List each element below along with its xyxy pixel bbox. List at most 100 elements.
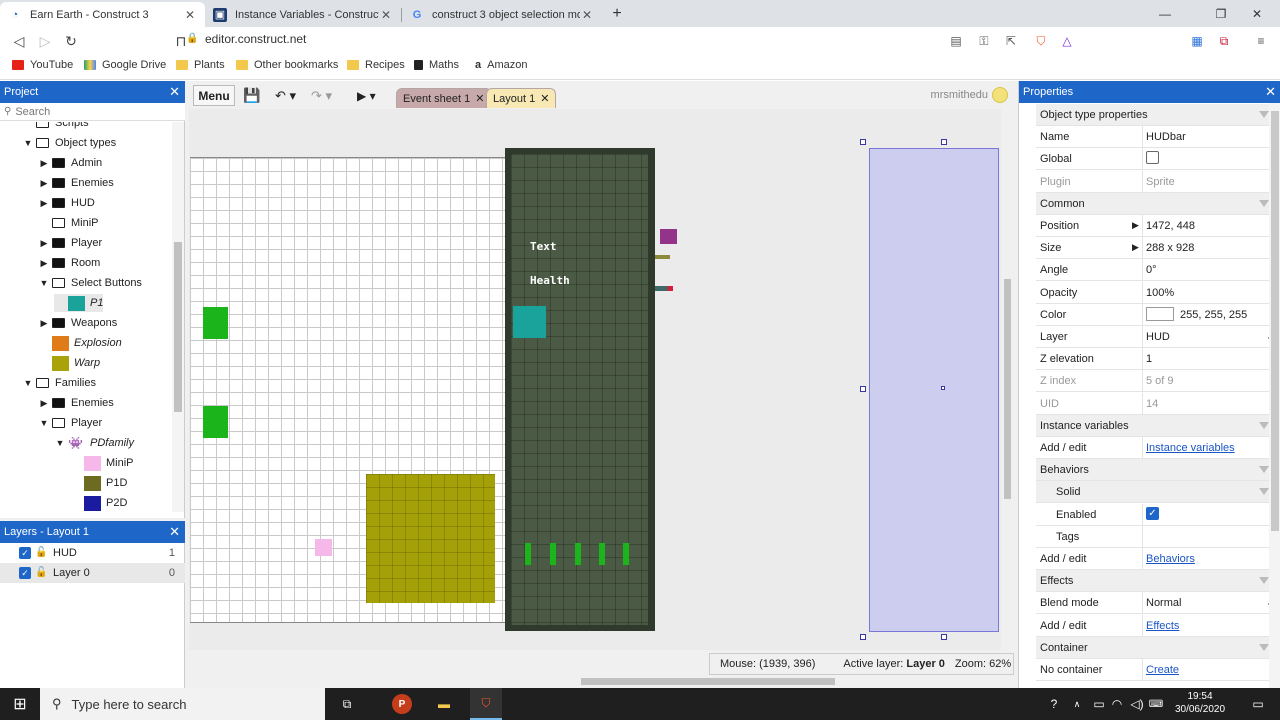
health-pip[interactable]	[575, 543, 581, 565]
close-window-icon[interactable]: ✕	[1234, 0, 1280, 27]
tree-item[interactable]: ▶ Player	[38, 234, 103, 252]
file-explorer-icon[interactable]: ▬	[430, 688, 458, 720]
property-checkbox[interactable]: ✓	[1146, 506, 1159, 520]
collapse-caret-icon[interactable]	[1259, 199, 1269, 207]
property-value[interactable]: 0°	[1146, 264, 1157, 276]
bookmark-recipes[interactable]: Recipes	[347, 59, 405, 71]
bookmark-maths[interactable]: Maths	[414, 59, 459, 71]
close-icon[interactable]: ✕	[169, 84, 180, 100]
collapsed-arrow-icon[interactable]: ▶	[38, 198, 50, 209]
tree-item[interactable]: ▼ Object types	[22, 134, 117, 152]
windows-start-icon[interactable]: ⊞	[0, 688, 40, 720]
property-value[interactable]: 1472, 448	[1146, 220, 1195, 232]
menu-button[interactable]: Menu	[193, 85, 235, 106]
collapse-caret-icon[interactable]	[1259, 421, 1269, 429]
property-row[interactable]: Common	[1036, 192, 1280, 215]
tree-item[interactable]: ▶ Enemies	[38, 394, 114, 412]
hud-panel-sprite[interactable]: Text Health	[505, 148, 655, 631]
property-value[interactable]: 288 x 928	[1146, 242, 1194, 254]
hud-health-label[interactable]: Health	[530, 274, 570, 287]
save-icon[interactable]: 💾	[243, 85, 260, 106]
property-value[interactable]: 255, 255, 255	[1180, 309, 1247, 321]
browser-menu-icon[interactable]: ≡	[1252, 32, 1270, 50]
property-row[interactable]: Color 255, 255, 255	[1036, 303, 1280, 326]
property-value[interactable]: HUD	[1146, 331, 1170, 343]
expand-arrow-icon[interactable]: ▶	[1132, 242, 1139, 253]
resize-handle[interactable]	[860, 634, 866, 640]
warp-sprite[interactable]	[366, 474, 495, 603]
expand-arrow-icon[interactable]: ▶	[1132, 220, 1139, 231]
minimize-icon[interactable]: —	[1142, 0, 1188, 27]
canvas-horizontal-scrollbar[interactable]	[189, 675, 1001, 688]
unlocked-padlock-icon[interactable]: 🔓	[35, 547, 47, 559]
property-row[interactable]: Effects	[1036, 570, 1280, 593]
keyboard-icon[interactable]: ⌨	[1148, 688, 1164, 720]
new-tab-icon[interactable]: +	[604, 0, 630, 27]
scroll-thumb[interactable]	[1004, 279, 1011, 499]
expanded-arrow-icon[interactable]: ▼	[38, 418, 50, 428]
bookmark-google-drive[interactable]: Google Drive	[84, 59, 166, 71]
property-row[interactable]: Behaviors	[1036, 459, 1280, 482]
brave-rewards-icon[interactable]: △	[1058, 32, 1076, 50]
tree-item[interactable]: ▶ Weapons	[38, 314, 118, 332]
property-link[interactable]: Effects	[1146, 620, 1179, 632]
property-row[interactable]: Add / edit Behaviors	[1036, 548, 1280, 570]
minip-sprite[interactable]	[315, 539, 332, 556]
tree-item[interactable]: P1D	[70, 474, 127, 492]
brave-browser-icon[interactable]: ⛉	[470, 688, 502, 720]
collapsed-arrow-icon[interactable]: ▶	[38, 178, 50, 189]
tree-item[interactable]: Explosion	[38, 334, 122, 352]
property-link[interactable]: Create	[1146, 664, 1179, 676]
hud-text-label[interactable]: Text	[530, 240, 557, 253]
resize-handle[interactable]	[941, 139, 947, 145]
scroll-thumb[interactable]	[174, 242, 182, 412]
tree-item[interactable]: ▶ Admin	[38, 154, 103, 172]
tree-item[interactable]: ▼ Select Buttons	[38, 274, 142, 292]
tree-item[interactable]: ▼ 👾 PDfamily	[54, 434, 134, 452]
layer-row-layer-0[interactable]: ✓ 🔓 Layer 0 0	[0, 563, 185, 583]
property-row[interactable]: Z elevation 1	[1036, 348, 1280, 371]
health-pip[interactable]	[550, 543, 556, 565]
property-row[interactable]: Size ▶ 288 x 928	[1036, 237, 1280, 260]
project-search-input[interactable]: ⚲ Search	[0, 103, 185, 121]
forward-icon[interactable]: ▷	[34, 30, 56, 52]
health-pip[interactable]	[525, 543, 531, 565]
notifications-icon[interactable]: ▭	[1244, 688, 1272, 720]
powerpoint-icon[interactable]: P	[388, 688, 416, 720]
collapse-caret-icon[interactable]	[1259, 466, 1269, 474]
key-icon[interactable]: ⚿	[975, 32, 993, 50]
taskbar-search-input[interactable]: ⚲ Type here to search	[40, 688, 325, 720]
url-field[interactable]: editor.construct.net	[205, 32, 306, 46]
wifi-icon[interactable]: ◠	[1108, 688, 1126, 720]
redo-icon[interactable]: ↷ ▾	[311, 85, 332, 106]
bookmark-amazon[interactable]: a Amazon	[475, 59, 527, 71]
property-row[interactable]: No container Create	[1036, 659, 1280, 681]
collapsed-arrow-icon[interactable]: ▶	[38, 398, 50, 409]
layout-canvas[interactable]: Text Health	[189, 109, 1001, 650]
reload-icon[interactable]: ↻	[60, 30, 82, 52]
extension-2-icon[interactable]: ⧉	[1215, 32, 1233, 50]
property-row[interactable]: Z index 5 of 9	[1036, 370, 1280, 393]
property-value[interactable]: HUDbar	[1146, 131, 1186, 143]
collapse-caret-icon[interactable]	[1259, 577, 1269, 585]
collapsed-arrow-icon[interactable]: ▶	[38, 258, 50, 269]
property-row[interactable]: LayerHUD⌄	[1036, 326, 1280, 348]
property-row[interactable]: Enabled ✓	[1036, 503, 1280, 526]
property-row[interactable]: Plugin Sprite	[1036, 170, 1280, 193]
tree-scrollbar[interactable]	[172, 122, 184, 512]
origin-handle[interactable]	[941, 386, 945, 390]
clipboard-icon[interactable]: ▤	[947, 32, 965, 50]
tree-item[interactable]: Warp	[38, 354, 100, 372]
preview-play-icon[interactable]: ▶ ▾	[357, 85, 376, 106]
property-row[interactable]: Global	[1036, 148, 1280, 171]
property-row[interactable]: Angle 0°	[1036, 259, 1280, 282]
close-tab-icon[interactable]: ✕	[475, 92, 484, 105]
tree-item[interactable]: P1	[54, 294, 104, 312]
close-icon[interactable]: ✕	[169, 524, 180, 540]
property-row[interactable]: Name HUDbar	[1036, 126, 1280, 149]
tree-item[interactable]: Scripts	[22, 122, 89, 132]
close-tab-icon[interactable]: ✕	[580, 8, 594, 22]
bar-sprite[interactable]	[655, 255, 670, 259]
collapsed-arrow-icon[interactable]: ▶	[38, 238, 50, 249]
collapsed-arrow-icon[interactable]: ▶	[38, 318, 50, 329]
